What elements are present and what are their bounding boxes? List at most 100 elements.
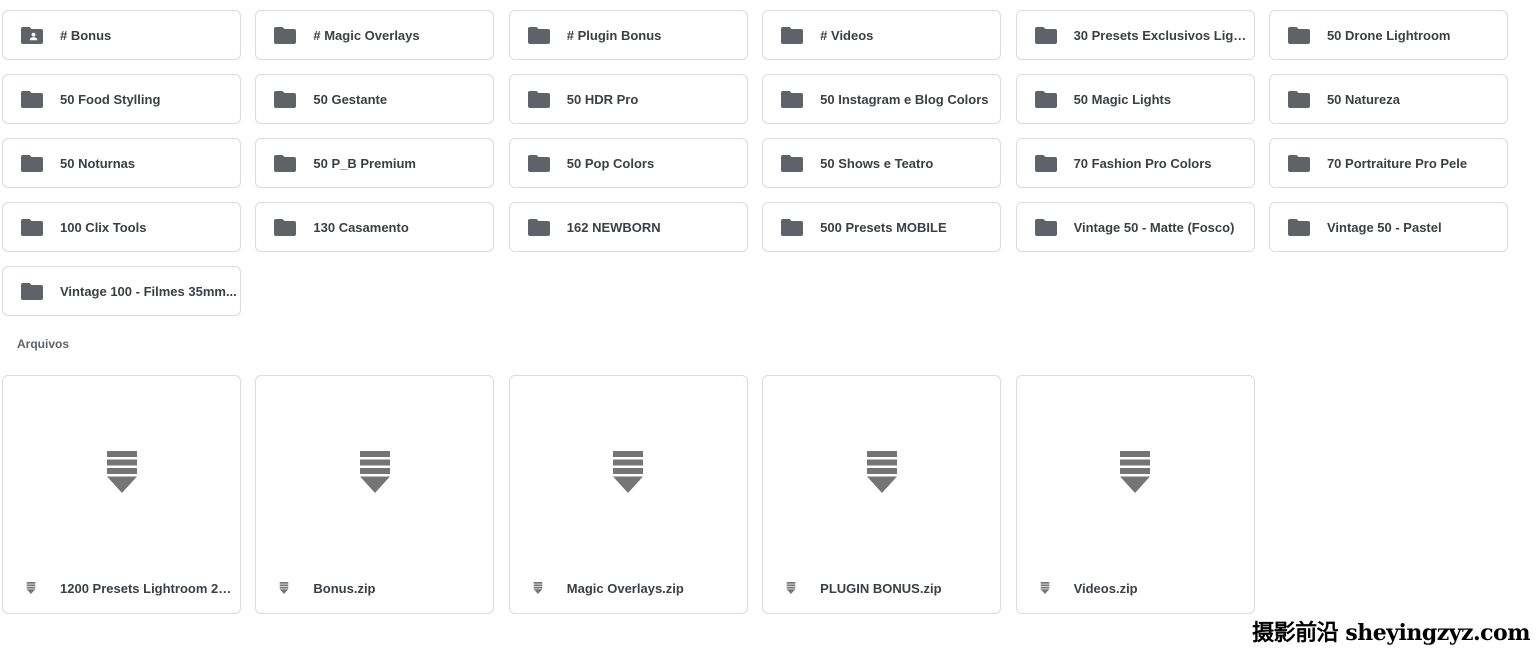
folder-card[interactable]: 70 Fashion Pro Colors	[1015, 138, 1255, 188]
folder-name: 50 Natureza	[1326, 91, 1400, 107]
folder-card[interactable]: 50 Magic Lights	[1015, 74, 1255, 124]
file-card[interactable]: Videos.zip	[1015, 375, 1255, 614]
folder-card[interactable]: 30 Presets Exclusivos Lightroom	[1015, 10, 1255, 60]
folder-card[interactable]: 50 P_B Premium	[255, 138, 495, 188]
folder-card[interactable]: 500 Presets MOBILE	[762, 202, 1002, 252]
folder-name: 130 Casamento	[313, 219, 409, 235]
folder-card[interactable]: # Plugin Bonus	[508, 10, 748, 60]
file-card[interactable]: 1200 Presets Lightroom 2019.zip	[2, 375, 241, 614]
folder-name: 162 NEWBORN	[566, 219, 661, 235]
archive-small-icon	[26, 582, 36, 594]
folder-name: 50 HDR Pro	[566, 91, 639, 107]
folder-icon	[781, 218, 804, 236]
file-preview	[256, 376, 493, 566]
folder-name: 70 Fashion Pro Colors	[1073, 155, 1212, 171]
folder-icon	[781, 90, 804, 108]
folder-icon	[781, 154, 804, 172]
folder-card[interactable]: 130 Casamento	[255, 202, 495, 252]
file-footer: Magic Overlays.zip	[510, 563, 747, 613]
file-name: Videos.zip	[1073, 580, 1138, 596]
shared-folder-icon	[21, 26, 43, 44]
folder-card[interactable]: 70 Portraiture Pro Pele	[1268, 138, 1508, 188]
archive-icon	[106, 451, 137, 493]
folder-icon	[1034, 218, 1057, 236]
folder-icon	[527, 90, 550, 108]
folder-name: 50 Gestante	[313, 91, 388, 107]
file-footer: Videos.zip	[1017, 563, 1254, 613]
archive-icon	[613, 451, 644, 493]
file-name: 1200 Presets Lightroom 2019.zip	[60, 580, 235, 596]
folder-name: # Bonus	[60, 27, 112, 43]
file-preview	[1017, 376, 1254, 566]
folder-name: 500 Presets MOBILE	[820, 219, 947, 235]
folder-icon	[1287, 26, 1310, 44]
folder-card[interactable]: 50 Noturnas	[2, 138, 241, 188]
folder-card[interactable]: # Bonus	[2, 10, 241, 60]
folder-card[interactable]: 50 Pop Colors	[508, 138, 748, 188]
file-footer: Bonus.zip	[256, 563, 493, 613]
file-card[interactable]: PLUGIN BONUS.zip	[762, 375, 1002, 614]
folder-card[interactable]: # Magic Overlays	[255, 10, 495, 60]
folder-name: 100 Clix Tools	[60, 219, 147, 235]
folder-card[interactable]: Vintage 50 - Matte (Fosco)	[1015, 202, 1255, 252]
folder-card[interactable]: 50 Food Stylling	[2, 74, 241, 124]
folder-icon	[781, 26, 804, 44]
folder-name: Vintage 100 - Filmes 35mm...	[60, 283, 237, 299]
file-card[interactable]: Magic Overlays.zip	[508, 375, 748, 614]
files-section-label: Arquivos	[17, 337, 70, 351]
folder-card[interactable]: 50 Shows e Teatro	[762, 138, 1002, 188]
drive-folder-view: # Bonus # Magic Overlays # Plugin Bonus # V…	[0, 0, 1536, 655]
folder-icon	[21, 154, 43, 172]
folder-card[interactable]: 50 Instagram e Blog Colors	[762, 74, 1002, 124]
folder-card[interactable]: 50 Drone Lightroom	[1268, 10, 1508, 60]
folder-icon	[21, 282, 43, 300]
folder-name: # Magic Overlays	[313, 27, 420, 43]
archive-icon	[359, 451, 390, 493]
file-name: Bonus.zip	[313, 580, 376, 596]
file-footer: 1200 Presets Lightroom 2019.zip	[3, 563, 240, 613]
folder-icon	[274, 26, 297, 44]
file-preview	[3, 376, 240, 566]
file-footer: PLUGIN BONUS.zip	[763, 563, 1000, 613]
folder-name: 50 Food Stylling	[60, 91, 161, 107]
folder-icon	[1034, 90, 1057, 108]
file-card[interactable]: Bonus.zip	[255, 375, 495, 614]
folder-card[interactable]: 100 Clix Tools	[2, 202, 241, 252]
watermark-text: 摄影前沿 sheyingzyz.com	[1252, 620, 1530, 646]
folder-card[interactable]: 50 Gestante	[255, 74, 495, 124]
folder-name: 50 Shows e Teatro	[820, 155, 934, 171]
folder-icon	[274, 90, 297, 108]
folder-card[interactable]: Vintage 50 - Pastel	[1268, 202, 1508, 252]
folder-name: 50 Magic Lights	[1073, 91, 1172, 107]
archive-icon	[866, 451, 897, 493]
folder-icon	[1034, 154, 1057, 172]
archive-small-icon	[786, 582, 796, 594]
folder-icon	[1034, 26, 1057, 44]
file-preview	[510, 376, 747, 566]
folder-card[interactable]: 50 Natureza	[1268, 74, 1508, 124]
folder-icon	[527, 26, 550, 44]
folder-card[interactable]: # Videos	[762, 10, 1002, 60]
folder-icon	[1287, 154, 1310, 172]
file-name: PLUGIN BONUS.zip	[820, 580, 942, 596]
folder-card[interactable]: Vintage 100 - Filmes 35mm...	[2, 266, 241, 316]
folder-icon	[1287, 218, 1310, 236]
file-preview	[763, 376, 1000, 566]
folder-name: Vintage 50 - Matte (Fosco)	[1073, 219, 1235, 235]
folder-icon	[274, 218, 297, 236]
archive-small-icon	[280, 582, 289, 594]
folder-icon	[21, 218, 43, 236]
folder-name: Vintage 50 - Pastel	[1326, 219, 1442, 235]
folder-name: # Videos	[820, 27, 874, 43]
folder-name: 50 Noturnas	[60, 155, 136, 171]
archive-small-icon	[1040, 582, 1049, 594]
file-name: Magic Overlays.zip	[566, 580, 684, 596]
folder-card[interactable]: 162 NEWBORN	[508, 202, 748, 252]
folder-name: 30 Presets Exclusivos Lightroom	[1073, 27, 1254, 43]
folder-icon	[21, 90, 43, 108]
folder-name: 50 Instagram e Blog Colors	[820, 91, 989, 107]
folder-card[interactable]: 50 HDR Pro	[508, 74, 748, 124]
folder-name: # Plugin Bonus	[566, 27, 662, 43]
folder-icon	[527, 154, 550, 172]
folder-name: 50 Pop Colors	[566, 155, 655, 171]
